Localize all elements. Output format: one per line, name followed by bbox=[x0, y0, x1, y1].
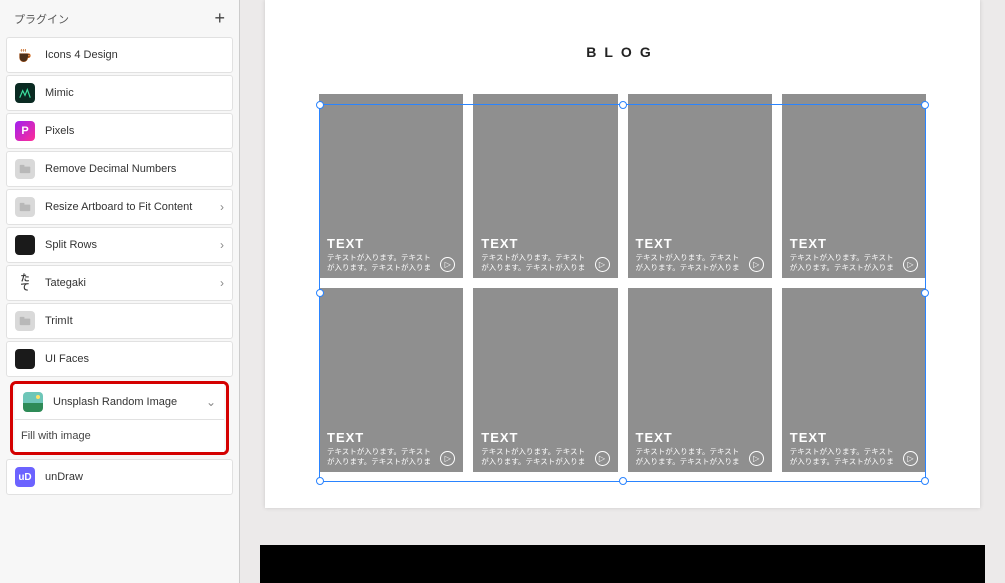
arrow-circle-icon[interactable]: ▷ bbox=[595, 451, 610, 466]
arrow-circle-icon[interactable]: ▷ bbox=[440, 257, 455, 272]
card-body: テキストが入ります。テキストが入ります。テキストが入りま bbox=[636, 447, 749, 466]
tategaki-icon: たて bbox=[15, 273, 35, 293]
plugin-item-resize-artboard[interactable]: Resize Artboard to Fit Content › bbox=[6, 189, 233, 225]
plugin-item-mimic[interactable]: Mimic bbox=[6, 75, 233, 111]
card-title: TEXT bbox=[481, 236, 609, 251]
plugin-label: Resize Artboard to Fit Content bbox=[45, 201, 216, 213]
plugin-item-split-rows[interactable]: Split Rows › bbox=[6, 227, 233, 263]
card-body: テキストが入ります。テキストが入ります。テキストが入りま bbox=[790, 447, 903, 466]
arrow-circle-icon[interactable]: ▷ bbox=[903, 451, 918, 466]
resize-handle[interactable] bbox=[619, 477, 627, 485]
unsplash-icon bbox=[23, 392, 43, 412]
artboard-blog[interactable]: BLOG TEXT テキストが入ります。テキストが入ります。テキストが入りま ▷… bbox=[265, 0, 980, 508]
blog-card[interactable]: TEXT テキストが入ります。テキストが入ります。テキストが入りま ▷ bbox=[473, 288, 617, 472]
card-body: テキストが入ります。テキストが入ります。テキストが入りま bbox=[481, 253, 594, 272]
card-body: テキストが入ります。テキストが入ります。テキストが入りま bbox=[327, 253, 440, 272]
plugin-label: unDraw bbox=[45, 471, 224, 483]
card-body: テキストが入ります。テキストが入ります。テキストが入りま bbox=[481, 447, 594, 466]
plugin-label: Pixels bbox=[45, 125, 224, 137]
undraw-icon: uD bbox=[15, 467, 35, 487]
plugin-item-pixels[interactable]: P Pixels bbox=[6, 113, 233, 149]
resize-handle[interactable] bbox=[921, 477, 929, 485]
card-title: TEXT bbox=[636, 236, 764, 251]
plugin-label: Icons 4 Design bbox=[45, 49, 224, 61]
coffee-icon bbox=[15, 45, 35, 65]
arrow-circle-icon[interactable]: ▷ bbox=[749, 257, 764, 272]
blog-card[interactable]: TEXT テキストが入ります。テキストが入ります。テキストが入りま ▷ bbox=[628, 288, 772, 472]
chevron-right-icon: › bbox=[220, 200, 224, 214]
plugin-label: UI Faces bbox=[45, 353, 224, 365]
plugin-list: Icons 4 Design Mimic P Pixels Remove Dec… bbox=[0, 37, 239, 495]
plugin-item-uifaces[interactable]: UI Faces bbox=[6, 341, 233, 377]
arrow-circle-icon[interactable]: ▷ bbox=[440, 451, 455, 466]
card-title: TEXT bbox=[481, 430, 609, 445]
plugin-item-unsplash[interactable]: Unsplash Random Image ⌄ bbox=[15, 384, 224, 420]
arrow-circle-icon[interactable]: ▷ bbox=[749, 451, 764, 466]
folder-icon bbox=[15, 159, 35, 179]
footer-section bbox=[260, 545, 985, 583]
card-title: TEXT bbox=[327, 430, 455, 445]
resize-handle[interactable] bbox=[316, 477, 324, 485]
plugin-item-remove-decimal[interactable]: Remove Decimal Numbers bbox=[6, 151, 233, 187]
plugin-label: Mimic bbox=[45, 87, 224, 99]
plugin-sidebar: プラグイン + Icons 4 Design Mimic P Pixels Re… bbox=[0, 0, 240, 583]
split-rows-icon bbox=[15, 235, 35, 255]
arrow-circle-icon[interactable]: ▷ bbox=[903, 257, 918, 272]
plugin-item-icons4design[interactable]: Icons 4 Design bbox=[6, 37, 233, 73]
blog-card[interactable]: TEXT テキストが入ります。テキストが入ります。テキストが入りま ▷ bbox=[782, 94, 926, 278]
blog-card[interactable]: TEXT テキストが入ります。テキストが入ります。テキストが入りま ▷ bbox=[782, 288, 926, 472]
plugin-item-undraw[interactable]: uD unDraw bbox=[6, 459, 233, 495]
card-title: TEXT bbox=[636, 430, 764, 445]
chevron-down-icon: ⌄ bbox=[206, 395, 216, 409]
mimic-icon bbox=[15, 83, 35, 103]
blog-card-grid: TEXT テキストが入ります。テキストが入ります。テキストが入りま ▷ TEXT… bbox=[265, 94, 980, 472]
highlighted-plugin-box: Unsplash Random Image ⌄ Fill with image bbox=[10, 381, 229, 455]
plugin-item-trimit[interactable]: TrimIt bbox=[6, 303, 233, 339]
card-title: TEXT bbox=[790, 430, 918, 445]
plugin-label: Tategaki bbox=[45, 277, 216, 289]
blog-card[interactable]: TEXT テキストが入ります。テキストが入ります。テキストが入りま ▷ bbox=[473, 94, 617, 278]
blog-card[interactable]: TEXT テキストが入ります。テキストが入ります。テキストが入りま ▷ bbox=[628, 94, 772, 278]
plugin-label: Remove Decimal Numbers bbox=[45, 163, 224, 175]
plugin-label: Unsplash Random Image bbox=[53, 396, 202, 408]
folder-icon bbox=[15, 197, 35, 217]
card-title: TEXT bbox=[790, 236, 918, 251]
design-canvas[interactable]: BLOG TEXT テキストが入ります。テキストが入ります。テキストが入りま ▷… bbox=[240, 0, 1005, 583]
chevron-right-icon: › bbox=[220, 238, 224, 252]
arrow-circle-icon[interactable]: ▷ bbox=[595, 257, 610, 272]
card-body: テキストが入ります。テキストが入ります。テキストが入りま bbox=[327, 447, 440, 466]
chevron-right-icon: › bbox=[220, 276, 224, 290]
card-body: テキストが入ります。テキストが入ります。テキストが入りま bbox=[636, 253, 749, 272]
sidebar-title: プラグイン bbox=[14, 11, 69, 27]
card-title: TEXT bbox=[327, 236, 455, 251]
blog-card[interactable]: TEXT テキストが入ります。テキストが入ります。テキストが入りま ▷ bbox=[319, 94, 463, 278]
add-plugin-button[interactable]: + bbox=[210, 8, 229, 29]
folder-icon bbox=[15, 311, 35, 331]
plugin-label: TrimIt bbox=[45, 315, 224, 327]
plugin-subitem-fill-with-image[interactable]: Fill with image bbox=[15, 420, 224, 452]
blog-card[interactable]: TEXT テキストが入ります。テキストが入ります。テキストが入りま ▷ bbox=[319, 288, 463, 472]
pixels-icon: P bbox=[15, 121, 35, 141]
plugin-item-tategaki[interactable]: たて Tategaki › bbox=[6, 265, 233, 301]
uifaces-icon bbox=[15, 349, 35, 369]
card-body: テキストが入ります。テキストが入ります。テキストが入りま bbox=[790, 253, 903, 272]
sidebar-header: プラグイン + bbox=[0, 0, 239, 37]
plugin-label: Split Rows bbox=[45, 239, 216, 251]
page-title: BLOG bbox=[265, 0, 980, 94]
